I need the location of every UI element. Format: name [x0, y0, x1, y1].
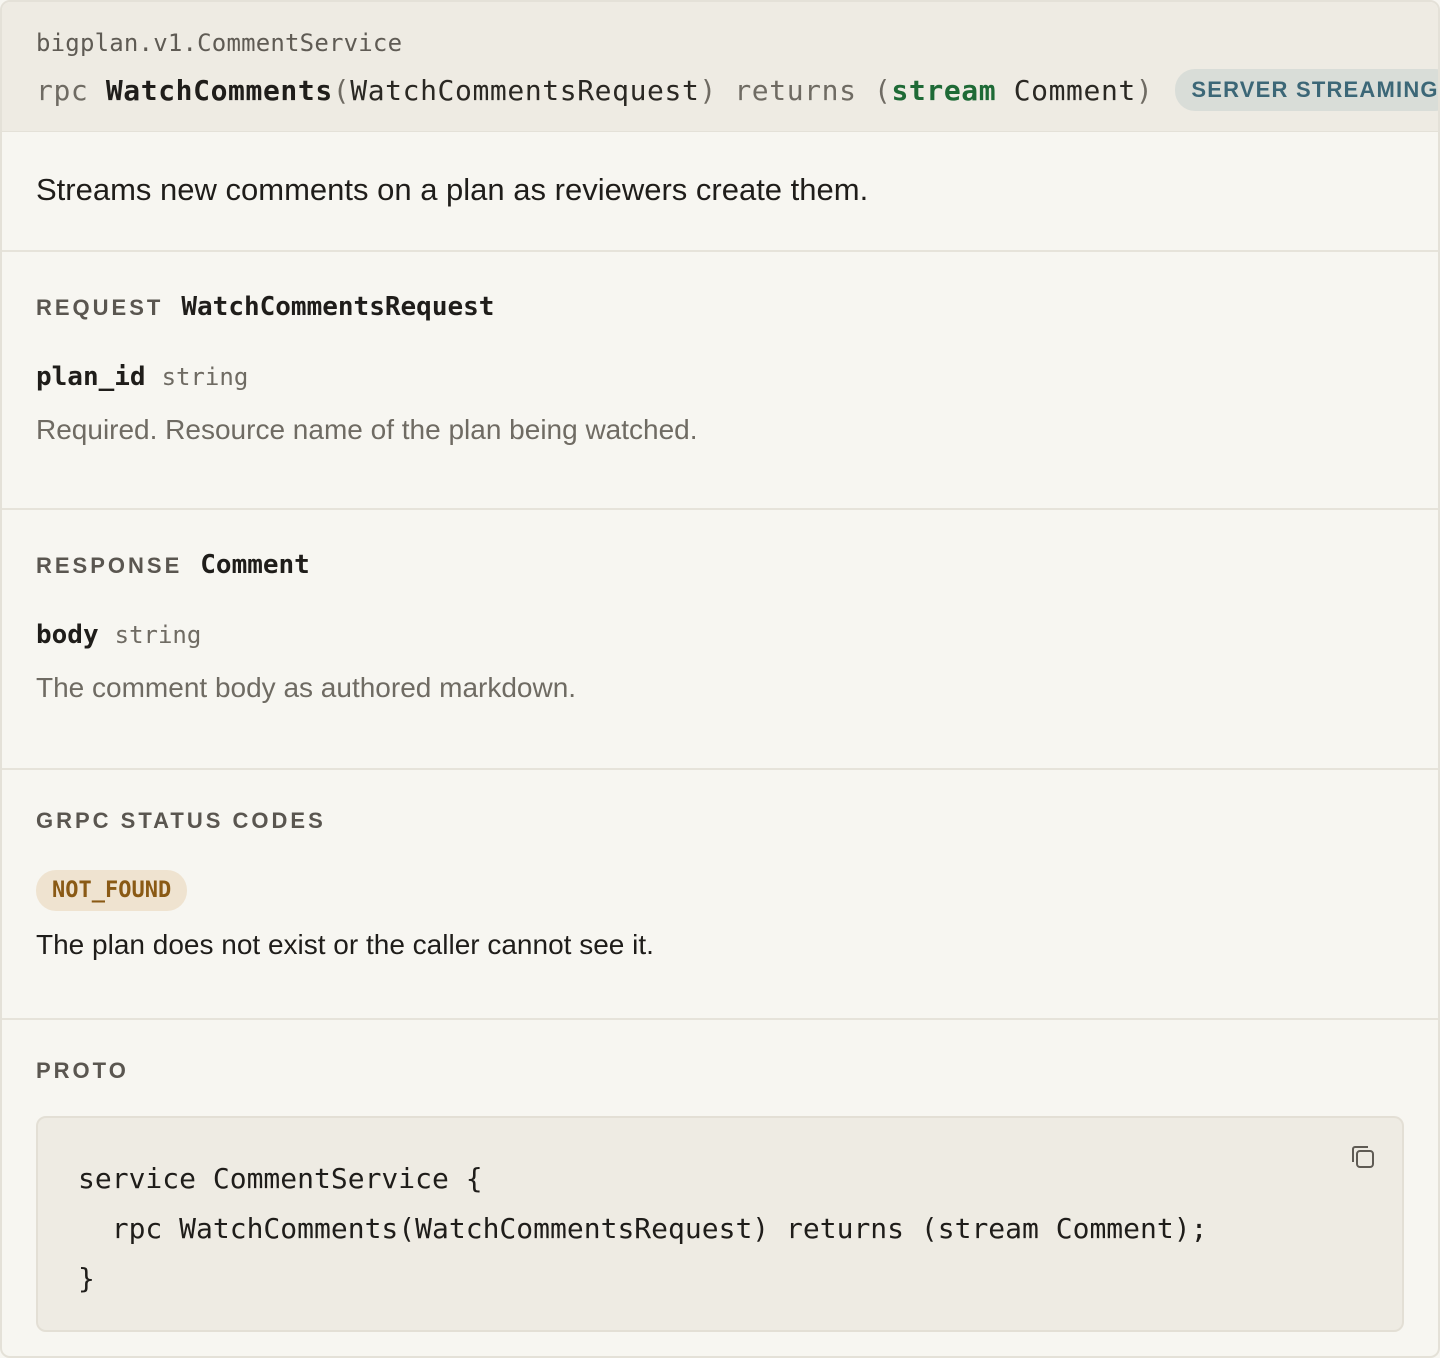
- status-codes-title: GRPC STATUS CODES: [36, 808, 1404, 838]
- server-streaming-badge: SERVER STREAMING: [1175, 69, 1438, 111]
- proto-code: service CommentService { rpc WatchCommen…: [78, 1162, 1208, 1295]
- response-field: body string: [36, 620, 1404, 650]
- returns-keyword: ) returns (: [699, 73, 892, 107]
- request-label: REQUEST: [36, 295, 164, 320]
- method-signature-row: rpc WatchComments(WatchCommentsRequest) …: [36, 68, 1438, 112]
- field-name: plan_id: [36, 362, 146, 392]
- response-message-name: Comment: [200, 550, 310, 580]
- field-description: The comment body as authored markdown.: [36, 672, 577, 703]
- response-section: RESPONSE Comment body string The comment…: [2, 510, 1438, 770]
- field-description: Required. Resource name of the plan bein…: [36, 414, 698, 445]
- package-service-name: bigplan.v1.CommentService: [36, 29, 403, 57]
- sig-close-paren: ): [1135, 73, 1154, 107]
- status-codes-section: GRPC STATUS CODES NOT_FOUND The plan doe…: [2, 770, 1438, 1020]
- status-code-description: The plan does not exist or the caller ca…: [36, 929, 654, 960]
- field-type: string: [161, 363, 249, 391]
- request-title: REQUEST WatchCommentsRequest: [36, 292, 1404, 322]
- proto-code-block: service CommentService { rpc WatchCommen…: [36, 1116, 1404, 1332]
- request-message-name: WatchCommentsRequest: [181, 292, 495, 322]
- proto-section: PROTO service CommentService { rpc Watch…: [2, 1020, 1438, 1356]
- request-section: REQUEST WatchCommentsRequest plan_id str…: [2, 252, 1438, 510]
- response-title: RESPONSE Comment: [36, 550, 1404, 580]
- copy-icon[interactable]: [1348, 1142, 1378, 1172]
- sig-open-paren: (: [332, 73, 351, 107]
- rpc-method-card: bigplan.v1.CommentService rpc WatchComme…: [0, 0, 1440, 1358]
- request-type: WatchCommentsRequest: [350, 73, 700, 107]
- response-type: Comment: [1013, 73, 1136, 107]
- status-code-badge: NOT_FOUND: [36, 870, 188, 911]
- proto-label: PROTO: [36, 1058, 129, 1083]
- method-name: WatchComments: [105, 73, 333, 107]
- field-type: string: [114, 621, 202, 649]
- method-header: bigplan.v1.CommentService rpc WatchComme…: [2, 2, 1438, 132]
- rpc-keyword: rpc: [36, 73, 106, 107]
- proto-title: PROTO: [36, 1058, 1404, 1088]
- field-name: body: [36, 620, 99, 650]
- response-label: RESPONSE: [36, 553, 183, 578]
- stream-keyword: stream: [891, 73, 997, 107]
- method-signature: rpc WatchComments(WatchCommentsRequest) …: [36, 74, 1153, 107]
- status-codes-label: GRPC STATUS CODES: [36, 808, 326, 833]
- request-field: plan_id string: [36, 362, 1404, 392]
- method-description: Streams new comments on a plan as review…: [2, 132, 1438, 252]
